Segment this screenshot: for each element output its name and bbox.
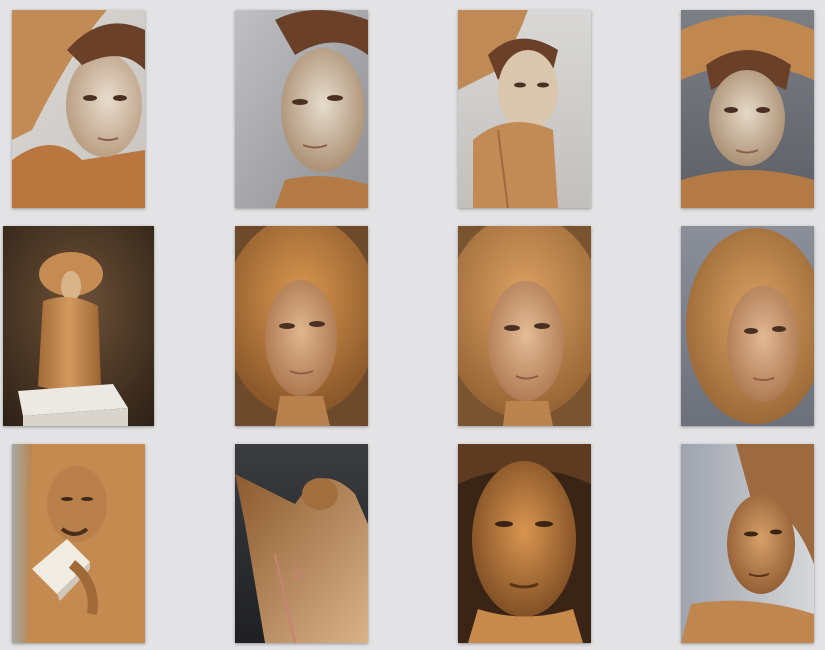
photo-thumbnail[interactable] bbox=[235, 226, 368, 426]
photo-thumbnail[interactable] bbox=[681, 444, 814, 643]
wood-sculpture-photo bbox=[235, 444, 368, 643]
photo-gallery-grid bbox=[0, 0, 825, 650]
photo-thumbnail[interactable] bbox=[458, 444, 591, 643]
wood-sculpture-photo bbox=[12, 10, 145, 208]
photo-thumbnail[interactable] bbox=[458, 10, 591, 208]
wood-sculpture-photo bbox=[681, 444, 814, 643]
photo-thumbnail[interactable] bbox=[12, 444, 145, 643]
wood-sculpture-photo bbox=[235, 10, 368, 208]
wood-sculpture-photo bbox=[3, 226, 154, 426]
wood-sculpture-photo bbox=[458, 226, 591, 426]
photo-thumbnail[interactable] bbox=[235, 10, 368, 208]
wood-sculpture-photo bbox=[235, 226, 368, 426]
photo-thumbnail[interactable] bbox=[681, 226, 814, 426]
photo-thumbnail[interactable] bbox=[681, 10, 814, 208]
wood-sculpture-photo bbox=[458, 444, 591, 643]
wood-sculpture-photo bbox=[12, 444, 145, 643]
photo-thumbnail[interactable] bbox=[12, 10, 145, 208]
wood-sculpture-photo bbox=[681, 226, 814, 426]
photo-thumbnail[interactable] bbox=[235, 444, 368, 643]
photo-thumbnail[interactable] bbox=[458, 226, 591, 426]
wood-sculpture-photo bbox=[458, 10, 591, 208]
wood-sculpture-photo bbox=[681, 10, 814, 208]
photo-thumbnail[interactable] bbox=[3, 226, 154, 426]
